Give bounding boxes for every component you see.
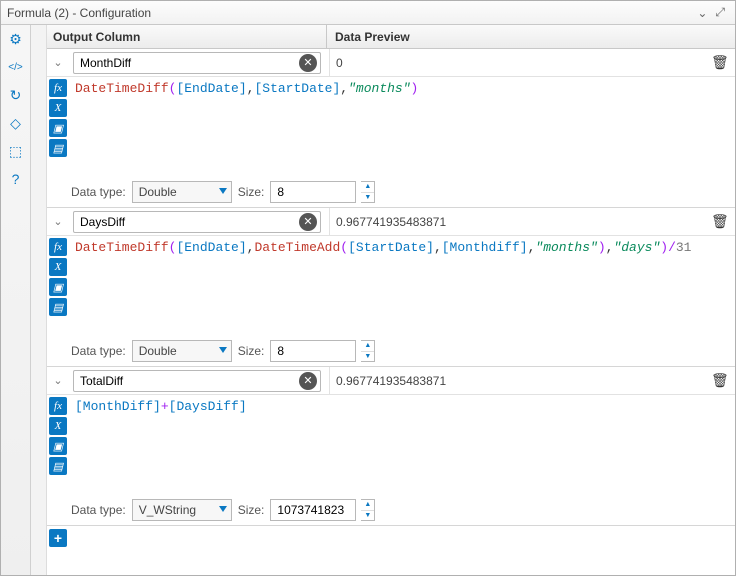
- spinner-up-icon[interactable]: ▲: [361, 182, 374, 193]
- preview-value: 0.967741935483871: [329, 208, 707, 235]
- tag-icon[interactable]: ◇: [6, 113, 26, 133]
- output-column-input[interactable]: [73, 370, 321, 392]
- datatype-label: Data type:: [71, 503, 126, 517]
- refresh-icon[interactable]: ↻: [6, 85, 26, 105]
- variable-icon[interactable]: X: [49, 258, 67, 276]
- formula-tools: fx X ▣ ▤: [47, 395, 69, 495]
- main-area: Output Column Data Preview ⌄✕0🗑fxX▣▤Date…: [47, 25, 735, 575]
- clear-icon[interactable]: ✕: [299, 213, 317, 231]
- datatype-label: Data type:: [71, 185, 126, 199]
- header-output: Output Column: [47, 25, 327, 48]
- column-headers: Output Column Data Preview: [47, 25, 735, 49]
- clear-icon[interactable]: ✕: [299, 372, 317, 390]
- formula-editor[interactable]: DateTimeDiff([EndDate],[StartDate],"mont…: [69, 77, 735, 177]
- formula-tools: fx X ▣ ▤: [47, 77, 69, 177]
- popout-icon[interactable]: ⤢: [711, 5, 729, 20]
- formula-tools: fx X ▣ ▤: [47, 236, 69, 336]
- panel-title: Formula (2) - Configuration: [7, 6, 693, 20]
- header-preview: Data Preview: [327, 25, 735, 48]
- size-spinner[interactable]: ▲▼: [361, 181, 375, 203]
- fx-icon[interactable]: fx: [49, 79, 67, 97]
- drag-gutter: [31, 25, 47, 575]
- formula-editor[interactable]: [MonthDiff]+[DaysDiff]: [69, 395, 735, 495]
- formula-block: ⌄ ✕ 0.967741935483871🗑 fx X ▣ ▤[MonthDiff]+[Da…: [47, 367, 735, 526]
- chevron-down-icon[interactable]: ⌄: [47, 374, 69, 387]
- chevron-down-icon[interactable]: ⌄: [47, 56, 69, 69]
- size-spinner[interactable]: ▲▼: [361, 499, 375, 521]
- formula-block: ⌄ ✕ 0🗑 fx X ▣ ▤DateTimeDiff([EndDate],[StartDa…: [47, 49, 735, 208]
- folder-icon[interactable]: ▣: [49, 278, 67, 296]
- save-icon[interactable]: ▤: [49, 298, 67, 316]
- box-icon[interactable]: ⬚: [6, 141, 26, 161]
- save-icon[interactable]: ▤: [49, 139, 67, 157]
- size-label: Size:: [238, 503, 265, 517]
- trash-icon[interactable]: 🗑: [711, 54, 729, 71]
- add-row: +: [47, 526, 735, 550]
- trash-icon[interactable]: 🗑: [711, 372, 729, 389]
- size-input[interactable]: [270, 499, 356, 521]
- code-icon[interactable]: </>: [6, 57, 26, 77]
- size-label: Size:: [238, 185, 265, 199]
- spinner-up-icon[interactable]: ▲: [361, 500, 374, 511]
- datatype-select[interactable]: V_WString: [132, 499, 232, 521]
- datatype-select[interactable]: Double: [132, 181, 232, 203]
- size-label: Size:: [238, 344, 265, 358]
- add-formula-button[interactable]: +: [49, 529, 67, 547]
- size-input[interactable]: [270, 340, 356, 362]
- chevron-down-icon[interactable]: ⌄: [47, 215, 69, 228]
- formula-block: ⌄ ✕ 0.967741935483871🗑 fx X ▣ ▤DateTimeDiff([E…: [47, 208, 735, 367]
- collapse-icon[interactable]: ⌄: [693, 6, 711, 20]
- config-panel: Formula (2) - Configuration ⌄ ⤢ ⚙ </> ↻ …: [0, 0, 736, 576]
- help-icon[interactable]: ?: [6, 169, 26, 189]
- title-bar: Formula (2) - Configuration ⌄ ⤢: [1, 1, 735, 25]
- vertical-toolbar: ⚙ </> ↻ ◇ ⬚ ?: [1, 25, 31, 575]
- fx-icon[interactable]: fx: [49, 397, 67, 415]
- folder-icon[interactable]: ▣: [49, 437, 67, 455]
- spinner-down-icon[interactable]: ▼: [361, 193, 374, 203]
- save-icon[interactable]: ▤: [49, 457, 67, 475]
- variable-icon[interactable]: X: [49, 99, 67, 117]
- fx-icon[interactable]: fx: [49, 238, 67, 256]
- size-input[interactable]: [270, 181, 356, 203]
- variable-icon[interactable]: X: [49, 417, 67, 435]
- output-column-input[interactable]: [73, 211, 321, 233]
- datatype-label: Data type:: [71, 344, 126, 358]
- spinner-down-icon[interactable]: ▼: [361, 511, 374, 521]
- datatype-select[interactable]: Double: [132, 340, 232, 362]
- spinner-down-icon[interactable]: ▼: [361, 352, 374, 362]
- clear-icon[interactable]: ✕: [299, 54, 317, 72]
- preview-value: 0.967741935483871: [329, 367, 707, 394]
- folder-icon[interactable]: ▣: [49, 119, 67, 137]
- gear-icon[interactable]: ⚙: [6, 29, 26, 49]
- size-spinner[interactable]: ▲▼: [361, 340, 375, 362]
- trash-icon[interactable]: 🗑: [711, 213, 729, 230]
- formula-editor[interactable]: DateTimeDiff([EndDate],DateTimeAdd([Star…: [69, 236, 735, 336]
- spinner-up-icon[interactable]: ▲: [361, 341, 374, 352]
- output-column-input[interactable]: [73, 52, 321, 74]
- preview-value: 0: [329, 49, 707, 76]
